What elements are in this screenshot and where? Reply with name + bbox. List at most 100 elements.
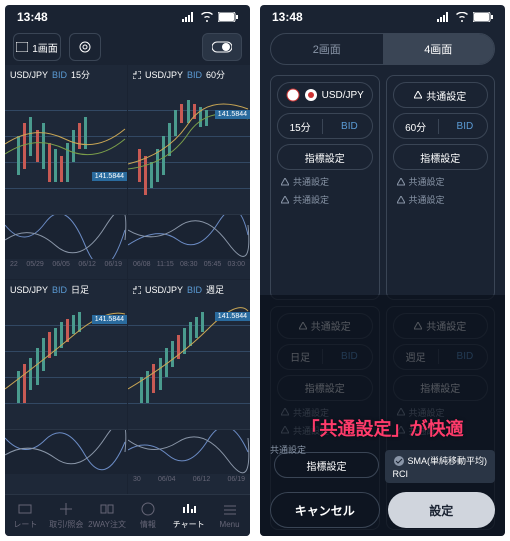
timeframe-label: 週足 bbox=[206, 283, 224, 296]
common-setting-button[interactable]: 共通設定 bbox=[393, 82, 489, 108]
bid-label: BID bbox=[52, 285, 67, 295]
status-icons bbox=[182, 12, 238, 22]
bid-label: BID bbox=[52, 70, 67, 80]
price-tag: 141.5844 bbox=[215, 312, 250, 321]
phone-settings-view: 13:48 2画面 4画面 USD/JPY 15分 BID 指標設定 共通設定 … bbox=[260, 5, 505, 536]
timeframe-label: 60分 bbox=[206, 68, 225, 81]
toggle-button[interactable] bbox=[202, 33, 242, 61]
triangle-icon bbox=[397, 178, 405, 186]
triangle-icon bbox=[397, 196, 405, 204]
indicator-panel bbox=[5, 429, 127, 474]
indicator-panel bbox=[5, 214, 127, 259]
status-time: 13:48 bbox=[272, 10, 303, 24]
toggle-icon bbox=[212, 40, 232, 54]
chart-panel[interactable]: USD/JPY BID 15分 141.5844 2205/2906/0506/… bbox=[5, 65, 127, 279]
timeframe-label: 日足 bbox=[71, 283, 89, 296]
phone-chart-view: 13:48 1画面 USD/JPY BID 15分 bbox=[5, 5, 250, 536]
settings-group: USD/JPY 15分 BID 指標設定 共通設定 共通設定 bbox=[270, 75, 380, 300]
nav-chart[interactable]: チャート bbox=[168, 495, 209, 536]
settings-button[interactable] bbox=[69, 33, 101, 61]
chart-panel[interactable]: USD/JPY BID 日足 141.5844 bbox=[5, 280, 127, 494]
timeframe-side-selector[interactable]: 15分 BID bbox=[277, 113, 373, 139]
pair-label: USD/JPY bbox=[10, 285, 48, 295]
screen-label: 1画面 bbox=[32, 40, 58, 55]
pair-text: USD/JPY bbox=[322, 90, 364, 101]
chart-header: USD/JPY BID 日足 bbox=[5, 280, 127, 299]
status-bar: 13:48 bbox=[260, 5, 505, 29]
timeframe-label: 15分 bbox=[71, 68, 90, 81]
common-setting-item[interactable]: 共通設定 bbox=[393, 175, 489, 188]
chart-panel[interactable]: USD/JPY BID 週足 141.5844 3006/0406/1206/1… bbox=[128, 280, 250, 494]
price-tag: 141.5844 bbox=[92, 172, 127, 181]
indicator-settings-button[interactable]: 指標設定 bbox=[277, 144, 373, 170]
screen-icon bbox=[16, 42, 28, 52]
x-axis: 06/0811:1508:3005:4503:00 bbox=[128, 259, 250, 270]
triangle-icon bbox=[281, 196, 289, 204]
sma-label: SMA(単純移動平均) bbox=[408, 454, 488, 467]
battery-icon bbox=[218, 12, 238, 22]
wifi-icon bbox=[200, 12, 214, 22]
currency-pair-selector[interactable]: USD/JPY bbox=[277, 82, 373, 108]
status-bar: 13:48 bbox=[5, 5, 250, 29]
overlay-caption: 「共通設定」が快適 bbox=[270, 415, 495, 441]
tab-2screen[interactable]: 2画面 bbox=[271, 34, 383, 64]
screen-layout-button[interactable]: 1画面 bbox=[13, 33, 61, 61]
triangle-icon bbox=[414, 91, 422, 99]
sub-caption: 共通設定 bbox=[270, 443, 306, 456]
settings-group: 共通設定 60分 BID 指標設定 共通設定 共通設定 bbox=[386, 75, 496, 300]
cancel-button[interactable]: キャンセル bbox=[270, 492, 380, 528]
confirm-button[interactable]: 設定 bbox=[388, 492, 496, 528]
expand-icon bbox=[133, 71, 141, 79]
chart-header: USD/JPY BID 週足 bbox=[128, 280, 250, 299]
pair-label: USD/JPY bbox=[145, 285, 183, 295]
nav-rate[interactable]: レート bbox=[5, 495, 46, 536]
ma-lines bbox=[5, 84, 127, 214]
chart-body: 141.5844 bbox=[128, 299, 250, 429]
expand-icon bbox=[133, 286, 141, 294]
screen-tabs: 2画面 4画面 bbox=[270, 33, 495, 65]
price-tag: 141.5844 bbox=[92, 315, 127, 324]
chart-body: 141.5844 bbox=[128, 84, 250, 214]
nav-info[interactable]: 情報 bbox=[127, 495, 168, 536]
status-time: 13:48 bbox=[17, 10, 48, 24]
chart-panel[interactable]: USD/JPY BID 60分 141.5844 06/0811:1508:30… bbox=[128, 65, 250, 279]
timeframe-side-selector[interactable]: 60分 BID bbox=[393, 113, 489, 139]
nav-menu[interactable]: Menu bbox=[209, 495, 250, 536]
battery-icon bbox=[473, 12, 493, 22]
side-text: BID bbox=[443, 121, 487, 132]
bottom-nav: レート 取引/照会 2WAY注文 情報 チャート Menu bbox=[5, 494, 250, 536]
x-axis: 2205/2906/0506/1206/19 bbox=[5, 259, 127, 270]
status-icons bbox=[437, 12, 493, 22]
common-setting-item[interactable]: 共通設定 bbox=[393, 193, 489, 206]
tab-4screen[interactable]: 4画面 bbox=[383, 34, 495, 64]
toolbar: 1画面 bbox=[5, 29, 250, 65]
pair-label: USD/JPY bbox=[10, 70, 48, 80]
indicator-settings-button[interactable]: 指標設定 bbox=[393, 144, 489, 170]
sma-popup[interactable]: SMA(単純移動平均) RCI bbox=[385, 450, 496, 483]
flag-us-icon bbox=[286, 88, 300, 102]
chart-body: 141.5844 bbox=[5, 84, 127, 214]
signal-icon bbox=[437, 12, 451, 22]
indicator-panel bbox=[128, 429, 250, 474]
wifi-icon bbox=[455, 12, 469, 22]
chart-grid: USD/JPY BID 15分 141.5844 2205/2906/0506/… bbox=[5, 65, 250, 494]
nav-2way[interactable]: 2WAY注文 bbox=[87, 495, 128, 536]
chart-header: USD/JPY BID 60分 bbox=[128, 65, 250, 84]
common-setting-item[interactable]: 共通設定 bbox=[277, 193, 373, 206]
bid-label: BID bbox=[187, 285, 202, 295]
pair-label: USD/JPY bbox=[145, 70, 183, 80]
indicator-panel bbox=[128, 214, 250, 259]
nav-trade[interactable]: 取引/照会 bbox=[46, 495, 87, 536]
signal-icon bbox=[182, 12, 196, 22]
gear-icon bbox=[78, 40, 92, 54]
chart-body: 141.5844 bbox=[5, 299, 127, 429]
x-axis: 3006/0406/1206/19 bbox=[128, 474, 250, 485]
tf-text: 15分 bbox=[278, 119, 323, 134]
side-text: BID bbox=[327, 121, 371, 132]
tf-text: 60分 bbox=[394, 119, 439, 134]
common-setting-item[interactable]: 共通設定 bbox=[277, 175, 373, 188]
bid-label: BID bbox=[187, 70, 202, 80]
check-icon bbox=[393, 455, 405, 467]
triangle-icon bbox=[281, 178, 289, 186]
price-tag: 141.5844 bbox=[215, 110, 250, 119]
